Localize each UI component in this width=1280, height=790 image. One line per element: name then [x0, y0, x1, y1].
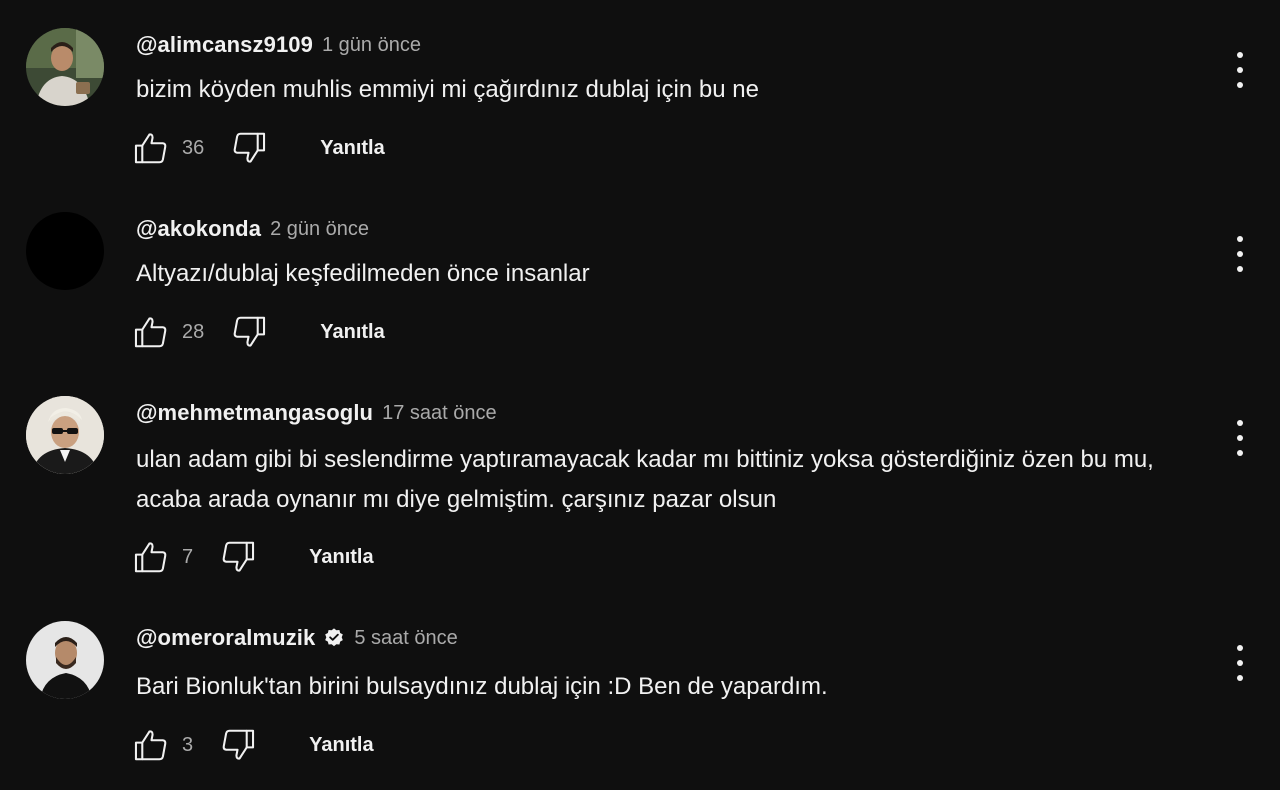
- menu-dot: [1237, 67, 1243, 73]
- like-count: 36: [182, 136, 205, 159]
- dislike-button[interactable]: [219, 726, 257, 764]
- comment-header: @akokonda 2 gün önce: [136, 214, 369, 244]
- thumb-down-icon: [222, 541, 255, 572]
- thumb-up-icon: [134, 730, 167, 761]
- comment-actions: 7 Yanıtla: [132, 537, 374, 577]
- comments-section: @alimcansz9109 1 gün önce bizim köyden m…: [0, 0, 1280, 790]
- reply-button[interactable]: Yanıtla: [320, 321, 384, 344]
- comment-actions: 28 Yanıtla: [132, 312, 385, 352]
- menu-dot: [1237, 251, 1243, 257]
- like-count: 28: [182, 320, 205, 343]
- like-count: 7: [182, 545, 194, 568]
- verified-badge-icon: [325, 628, 344, 647]
- comment-text: ulan adam gibi bi seslendirme yaptıramay…: [136, 446, 1154, 513]
- comment-header: @omeroralmuzik 5 saat önce: [136, 623, 458, 653]
- comment-actions: 36 Yanıtla: [132, 128, 385, 168]
- more-vert-icon[interactable]: [1228, 52, 1252, 88]
- thumb-up-icon: [134, 317, 167, 348]
- dislike-button[interactable]: [219, 538, 257, 576]
- author-name[interactable]: @akokonda: [136, 216, 261, 242]
- comment-text: Altyazı/dublaj keşfedilmeden önce insanl…: [136, 260, 590, 287]
- comment-text: bizim köyden muhlis emmiyi mi çağırdınız…: [136, 76, 759, 103]
- avatar[interactable]: [26, 212, 104, 290]
- thumb-up-icon: [134, 133, 167, 164]
- comment-header: @alimcansz9109 1 gün önce: [136, 30, 421, 60]
- menu-dot: [1237, 236, 1243, 242]
- avatar[interactable]: [26, 621, 104, 699]
- menu-dot: [1237, 420, 1243, 426]
- like-button[interactable]: [132, 538, 170, 576]
- dislike-button[interactable]: [230, 313, 268, 351]
- thumb-down-icon: [222, 729, 255, 760]
- menu-dot: [1237, 266, 1243, 272]
- thumb-up-icon: [134, 542, 167, 573]
- more-vert-icon[interactable]: [1228, 236, 1252, 272]
- menu-dot: [1237, 645, 1243, 651]
- like-button[interactable]: [132, 129, 170, 167]
- avatar[interactable]: [26, 396, 104, 474]
- like-count: 3: [182, 733, 194, 756]
- comment-actions: 3 Yanıtla: [132, 725, 374, 765]
- comment-time[interactable]: 17 saat önce: [382, 402, 497, 425]
- reply-button[interactable]: Yanıtla: [309, 546, 373, 569]
- reply-button[interactable]: Yanıtla: [309, 734, 373, 757]
- like-button[interactable]: [132, 313, 170, 351]
- author-name[interactable]: @omeroralmuzik: [136, 625, 315, 651]
- menu-dot: [1237, 660, 1243, 666]
- thumb-down-icon: [233, 316, 266, 347]
- reply-button[interactable]: Yanıtla: [320, 137, 384, 160]
- menu-dot: [1237, 52, 1243, 58]
- menu-dot: [1237, 82, 1243, 88]
- author-name[interactable]: @alimcansz9109: [136, 32, 313, 58]
- menu-dot: [1237, 675, 1243, 681]
- comment-text: Bari Bionluk'tan birini bulsaydınız dubl…: [136, 673, 828, 700]
- comment-header: @mehmetmangasoglu 17 saat önce: [136, 398, 497, 428]
- author-name[interactable]: @mehmetmangasoglu: [136, 400, 373, 426]
- dislike-button[interactable]: [230, 129, 268, 167]
- like-button[interactable]: [132, 726, 170, 764]
- avatar[interactable]: [26, 28, 104, 106]
- comment-time[interactable]: 1 gün önce: [322, 34, 421, 57]
- comment-time[interactable]: 5 saat önce: [354, 627, 457, 650]
- menu-dot: [1237, 450, 1243, 456]
- more-vert-icon[interactable]: [1228, 645, 1252, 681]
- menu-dot: [1237, 435, 1243, 441]
- comment-time[interactable]: 2 gün önce: [270, 218, 369, 241]
- thumb-down-icon: [233, 132, 266, 163]
- more-vert-icon[interactable]: [1228, 420, 1252, 456]
